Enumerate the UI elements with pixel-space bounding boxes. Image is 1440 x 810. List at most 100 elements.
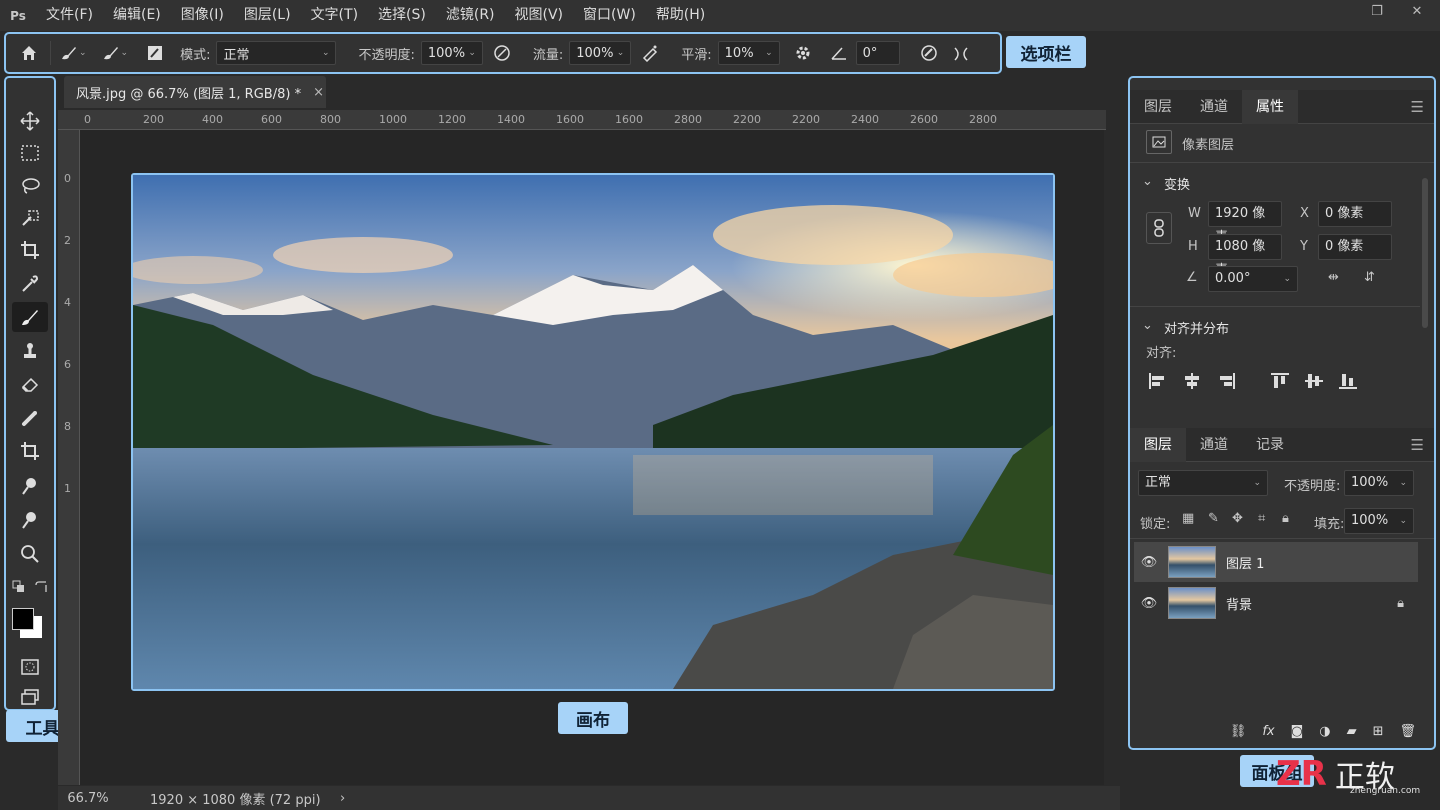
menu-edit[interactable]: 编辑(E) bbox=[103, 0, 171, 31]
menu-file[interactable]: 文件(F) bbox=[36, 0, 103, 31]
crop-alt-tool-icon[interactable] bbox=[12, 436, 48, 466]
y-input[interactable]: 0 像素 bbox=[1318, 234, 1392, 260]
align-chevron-icon[interactable]: ⌄ bbox=[1142, 318, 1153, 333]
add-mask-icon[interactable]: ◙ bbox=[1291, 724, 1304, 739]
layers-menu-icon[interactable]: ☰ bbox=[1411, 436, 1424, 454]
dodge-tool-icon[interactable] bbox=[12, 505, 48, 535]
layer-row-background[interactable]: 👁︎ 背景 🔒︎ bbox=[1134, 583, 1418, 623]
restore-window-icon[interactable]: ❐ bbox=[1360, 0, 1394, 24]
layer-opacity-input[interactable]: 100% ⌄ bbox=[1344, 470, 1414, 496]
zoom-tool-icon[interactable] bbox=[12, 539, 48, 569]
rotate-angle-input[interactable]: 0.00° ⌄ bbox=[1208, 266, 1298, 292]
ruler-left-label: 1 bbox=[64, 482, 71, 495]
lasso-tool-icon[interactable] bbox=[12, 171, 48, 201]
menu-window[interactable]: 窗口(W) bbox=[573, 0, 646, 31]
eyedropper-tool-icon[interactable] bbox=[12, 269, 48, 299]
link-icon[interactable] bbox=[1146, 212, 1172, 244]
ruler-left-label: 6 bbox=[64, 358, 71, 371]
align-title: 对齐并分布 bbox=[1164, 322, 1230, 337]
layer-row-layer1[interactable]: 👁︎ 图层 1 bbox=[1134, 542, 1418, 582]
default-colors-icon[interactable] bbox=[10, 578, 28, 596]
menu-select[interactable]: 选择(S) bbox=[368, 0, 436, 31]
gradient-tool-icon[interactable] bbox=[12, 403, 48, 433]
stamp-tool-icon[interactable] bbox=[12, 336, 48, 366]
fill-input[interactable]: 100% ⌄ bbox=[1344, 508, 1414, 534]
lock-transparent-icon[interactable]: ▦ bbox=[1182, 511, 1194, 526]
x-input[interactable]: 0 像素 bbox=[1318, 201, 1392, 227]
new-layer-icon[interactable]: ⊞ bbox=[1373, 724, 1384, 739]
menu-help[interactable]: 帮助(H) bbox=[646, 0, 715, 31]
align-bottom-icon[interactable] bbox=[1338, 372, 1358, 390]
tab-channels-top[interactable]: 通道 bbox=[1186, 90, 1242, 124]
panel-menu-icon[interactable]: ☰ bbox=[1411, 98, 1424, 116]
canvas-image[interactable] bbox=[131, 173, 1055, 691]
link-layers-icon[interactable]: ⛓︎ bbox=[1230, 724, 1247, 739]
symmetry-icon[interactable] bbox=[948, 38, 974, 68]
gear-icon[interactable] bbox=[790, 38, 816, 68]
brush-settings-icon[interactable]: ⌄ bbox=[101, 38, 128, 68]
properties-scrollbar[interactable] bbox=[1422, 178, 1428, 328]
status-arrow-icon[interactable]: › bbox=[340, 791, 345, 806]
screen-mode-icon[interactable] bbox=[12, 682, 48, 712]
lock-artboard-icon[interactable]: ⌗ bbox=[1258, 511, 1265, 526]
adjustment-layer-icon[interactable]: ◑ bbox=[1319, 724, 1330, 739]
transform-chevron-icon[interactable]: ⌄ bbox=[1142, 174, 1153, 189]
layer-name[interactable]: 背景 bbox=[1226, 594, 1252, 613]
lock-pixels-icon[interactable]: ✎ bbox=[1208, 511, 1219, 526]
opacity-input[interactable]: 100% ⌄ bbox=[420, 41, 483, 65]
pressure-size-icon[interactable] bbox=[916, 38, 942, 68]
smudge-tool-icon[interactable] bbox=[12, 471, 48, 501]
brush-panel-icon[interactable] bbox=[142, 38, 168, 68]
flip-horizontal-icon[interactable]: ⇹ bbox=[1328, 270, 1339, 285]
zoom-level[interactable]: 66.7% bbox=[58, 791, 118, 806]
align-right-icon[interactable] bbox=[1216, 372, 1236, 390]
close-window-icon[interactable]: ✕ bbox=[1400, 0, 1434, 24]
mode-select[interactable]: 正常 ⌄ bbox=[216, 41, 337, 65]
align-middle-v-icon[interactable] bbox=[1304, 372, 1324, 390]
tab-channels[interactable]: 通道 bbox=[1186, 428, 1242, 462]
eraser-tool-icon[interactable] bbox=[12, 369, 48, 399]
width-input[interactable]: 1920 像素 bbox=[1208, 201, 1282, 245]
delete-layer-icon[interactable]: 🗑︎ bbox=[1399, 724, 1416, 739]
menu-layer[interactable]: 图层(L) bbox=[234, 0, 301, 31]
swap-colors-icon[interactable] bbox=[32, 578, 50, 596]
layer-name[interactable]: 图层 1 bbox=[1226, 553, 1264, 572]
align-center-h-icon[interactable] bbox=[1182, 372, 1202, 390]
quick-mask-icon[interactable] bbox=[12, 652, 48, 682]
move-tool-icon[interactable] bbox=[12, 106, 48, 136]
menu-view[interactable]: 视图(V) bbox=[505, 0, 574, 31]
flip-vertical-icon[interactable]: ⇵ bbox=[1364, 270, 1375, 285]
tab-history[interactable]: 记录 bbox=[1242, 428, 1298, 462]
lock-position-icon[interactable]: ✥ bbox=[1232, 511, 1243, 526]
new-group-icon[interactable]: ▰ bbox=[1347, 724, 1357, 739]
align-top-icon[interactable] bbox=[1270, 372, 1290, 390]
document-tab[interactable]: 风景.jpg @ 66.7% (图层 1, RGB/8) * × bbox=[64, 76, 326, 108]
angle-input[interactable]: 0° bbox=[855, 41, 900, 65]
tab-layers-top[interactable]: 图层 bbox=[1130, 90, 1186, 124]
lock-all-icon[interactable]: 🔒︎ bbox=[1282, 511, 1289, 526]
fx-icon[interactable]: fx bbox=[1262, 724, 1274, 739]
close-tab-icon[interactable]: × bbox=[313, 85, 324, 100]
blend-mode-select[interactable]: 正常 ⌄ bbox=[1138, 470, 1268, 496]
visibility-eye-icon[interactable]: 👁︎ bbox=[1134, 555, 1164, 570]
pressure-opacity-icon[interactable] bbox=[489, 38, 515, 68]
menu-type[interactable]: 文字(T) bbox=[301, 0, 368, 31]
marquee-tool-icon[interactable] bbox=[12, 138, 48, 168]
tab-layers[interactable]: 图层 bbox=[1130, 427, 1186, 462]
home-icon[interactable] bbox=[16, 38, 42, 68]
crop-tool-icon[interactable] bbox=[12, 235, 48, 265]
align-left-icon[interactable] bbox=[1148, 372, 1168, 390]
menu-image[interactable]: 图像(I) bbox=[171, 0, 234, 31]
visibility-eye-icon[interactable]: 👁︎ bbox=[1134, 596, 1164, 611]
brush-preset-icon[interactable]: ⌄ bbox=[59, 38, 87, 68]
smoothing-input[interactable]: 10% ⌄ bbox=[717, 41, 780, 65]
menu-filter[interactable]: 滤镜(R) bbox=[436, 0, 505, 31]
tab-properties[interactable]: 属性 bbox=[1242, 89, 1298, 124]
flow-input[interactable]: 100% ⌄ bbox=[569, 41, 632, 65]
quick-select-tool-icon[interactable] bbox=[12, 203, 48, 233]
brush-tool-icon[interactable] bbox=[12, 302, 48, 332]
foreground-color-swatch[interactable] bbox=[12, 608, 34, 630]
ruler-top-label: 1600 bbox=[615, 113, 643, 126]
airbrush-icon[interactable] bbox=[637, 38, 663, 68]
height-input[interactable]: 1080 像素 bbox=[1208, 234, 1282, 278]
